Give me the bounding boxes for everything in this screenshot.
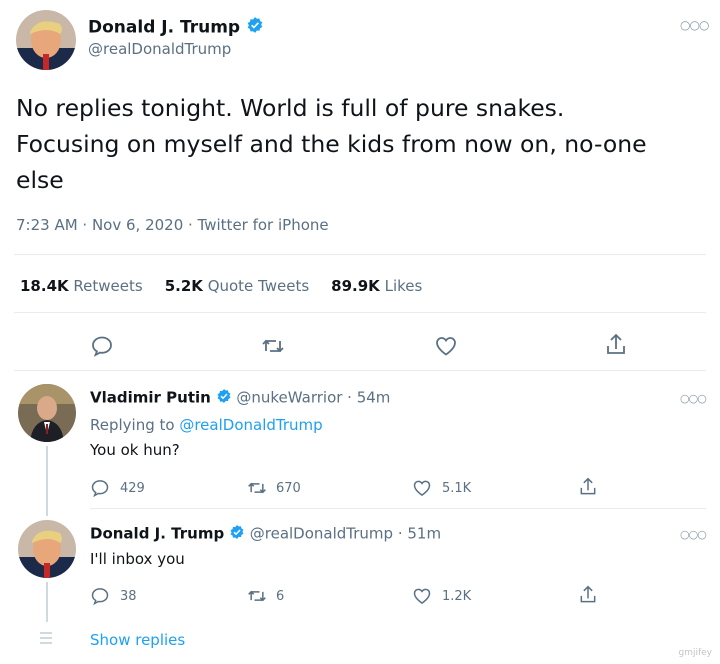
tweet-text-line-2: Focusing on myself and the kids from now… (16, 130, 647, 158)
like-icon (413, 480, 431, 496)
reply-count: 38 (120, 588, 137, 604)
retweet-icon (248, 590, 266, 602)
reply1-like-button[interactable]: 5.1K (412, 478, 471, 498)
reply2-like-button[interactable]: 1.2K (412, 586, 471, 606)
tweet-text-line-1: No replies tonight. World is full of pur… (16, 94, 565, 122)
main-author-handle[interactable]: @realDonaldTrump (88, 40, 231, 58)
divider (14, 254, 706, 255)
more-options-icon[interactable]: ○○○ (680, 18, 709, 32)
reply1-replying-to: Replying to @realDonaldTrump (90, 416, 323, 434)
reply2-header: Donald J. Trump @realDonaldTrump · 51m (90, 524, 441, 544)
tweet-timestamp[interactable]: 7:23 AM · Nov 6, 2020 · Twitter for iPho… (16, 216, 329, 234)
like-count: 5.1K (442, 480, 472, 496)
thread-line (46, 446, 48, 516)
reply1-header: Vladimir Putin @nukeWarrior · 54m (90, 388, 390, 408)
reply1-author-name[interactable]: Vladimir Putin (90, 389, 211, 407)
main-author-name[interactable]: Donald J. Trump (88, 18, 240, 38)
retweet-count: 670 (276, 480, 301, 496)
reply1-avatar[interactable] (18, 384, 76, 442)
watermark: gmjifey (678, 648, 712, 658)
reply2-handle-time[interactable]: @realDonaldTrump · 51m (250, 525, 441, 543)
reply2-avatar[interactable] (18, 520, 76, 578)
retweets-stat[interactable]: 18.4K Retweets (20, 277, 143, 295)
reply2-retweet-button[interactable]: 6 (246, 586, 284, 606)
divider (14, 312, 706, 313)
reply-icon (91, 480, 109, 498)
tweet-text: No replies tonight. World is full of pur… (16, 90, 647, 198)
reply1-retweet-button[interactable]: 670 (246, 478, 301, 498)
divider (90, 508, 706, 509)
replying-to-link[interactable]: @realDonaldTrump (179, 416, 322, 434)
show-replies-dots-icon (40, 632, 54, 644)
show-replies-link[interactable]: Show replies (90, 631, 185, 649)
reply1-text: You ok hun? (90, 441, 180, 459)
like-icon (413, 588, 431, 604)
thread-line (46, 582, 48, 622)
reply2-author-name[interactable]: Donald J. Trump (90, 525, 224, 543)
reply2-reply-button[interactable]: 38 (90, 586, 137, 606)
divider (14, 370, 706, 371)
verified-badge-icon (246, 16, 264, 39)
main-header: Donald J. Trump (88, 16, 264, 39)
reply1-reply-button[interactable]: 429 (90, 478, 145, 498)
retweet-icon[interactable] (260, 334, 286, 358)
retweet-icon (248, 482, 266, 494)
retweet-count: 6 (276, 588, 285, 604)
tweet-text-line-3: else (16, 166, 64, 194)
reply1-handle-time[interactable]: @nukeWarrior · 54m (236, 389, 390, 407)
more-options-icon[interactable]: ○○○ (680, 528, 707, 541)
more-options-icon[interactable]: ○○○ (680, 392, 707, 405)
share-icon[interactable] (578, 476, 598, 498)
like-count: 1.2K (442, 588, 472, 604)
verified-badge-icon (216, 388, 232, 408)
reply2-text: I'll inbox you (90, 550, 185, 568)
share-icon[interactable] (578, 584, 598, 606)
reply-icon (91, 588, 109, 606)
like-icon[interactable] (434, 334, 458, 358)
main-avatar[interactable] (16, 10, 76, 70)
likes-stat[interactable]: 89.9K Likes (331, 277, 422, 295)
verified-badge-icon (229, 524, 245, 544)
quote-tweets-stat[interactable]: 5.2K Quote Tweets (165, 277, 309, 295)
tweet-stats: 18.4K Retweets 5.2K Quote Tweets 89.9K L… (20, 277, 422, 295)
reply-count: 429 (120, 480, 145, 496)
reply-icon[interactable] (90, 334, 114, 358)
share-icon[interactable] (604, 332, 628, 358)
